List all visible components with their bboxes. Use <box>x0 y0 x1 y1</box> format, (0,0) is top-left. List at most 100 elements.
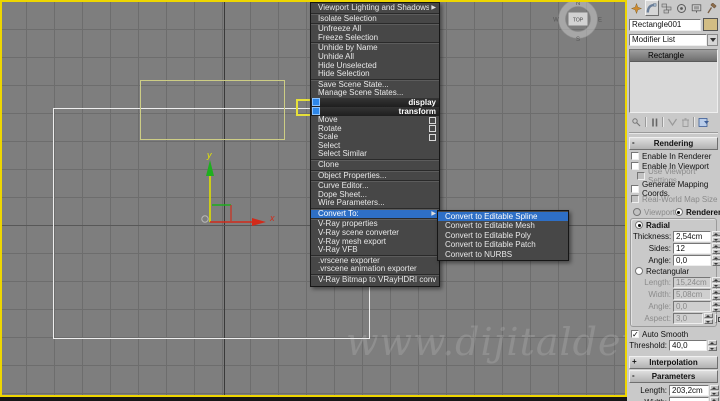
parameters-width-spinner[interactable] <box>710 397 719 401</box>
aspect-row: Aspect: 3,0 <box>633 312 716 324</box>
modifier-stack-toolbar <box>629 115 718 129</box>
menu-item-convert-to[interactable]: Convert To:▶ <box>311 210 439 219</box>
threshold-input[interactable]: 40,0 <box>669 340 707 351</box>
menu-item-viewport-lighting[interactable]: Viewport Lighting and Shadows▶ <box>311 4 439 13</box>
width-spinner <box>712 289 720 300</box>
menu-item-unhide-all[interactable]: Unhide All <box>311 53 439 62</box>
show-end-result-icon[interactable] <box>650 117 659 128</box>
menu-item-vray-bitmap-converter[interactable]: V-Ray Bitmap to VRayHDRI converter <box>311 276 439 285</box>
menu-item-vray-mesh-export[interactable]: V-Ray mesh export <box>311 238 439 247</box>
parameters-width-input[interactable] <box>669 397 709 401</box>
settings-box-icon[interactable] <box>429 117 436 124</box>
modifier-list-row: Modifier List <box>629 34 718 46</box>
menu-item-dope-sheet[interactable]: Dope Sheet... <box>311 191 439 200</box>
motion-icon <box>676 3 687 14</box>
thickness-spinner[interactable] <box>712 231 720 242</box>
rollout-header-rendering[interactable]: -Rendering <box>629 137 718 150</box>
quad-label-display[interactable]: display <box>311 98 439 107</box>
tab-display[interactable] <box>689 0 703 16</box>
menu-item-vray-scene-converter[interactable]: V-Ray scene converter <box>311 229 439 238</box>
sides-row: Sides: 12 <box>633 242 716 254</box>
quad-blue-square-icon <box>312 107 320 115</box>
stack-item-rectangle[interactable]: Rectangle <box>630 50 717 62</box>
object-name-input[interactable]: Rectangle001 <box>629 19 701 31</box>
thickness-input[interactable]: 2,54cm <box>673 231 711 242</box>
menu-item-object-properties[interactable]: Object Properties... <box>311 172 439 181</box>
pin-stack-icon[interactable] <box>631 117 642 128</box>
submenu-item-editable-poly[interactable]: Convert to Editable Poly <box>438 231 568 240</box>
menu-item-manage-scene-states[interactable]: Manage Scene States... <box>311 89 439 98</box>
menu-item-rotate[interactable]: Rotate <box>311 125 439 134</box>
menu-item-select[interactable]: Select <box>311 142 439 151</box>
viewport-renderer-radio-row: Viewport Renderer <box>629 207 718 217</box>
rollout-header-parameters[interactable]: -Parameters <box>629 370 718 383</box>
tab-hierarchy[interactable] <box>660 0 674 16</box>
display-icon <box>691 3 702 14</box>
menu-item-curve-editor[interactable]: Curve Editor... <box>311 182 439 191</box>
enable-in-viewport-checkbox[interactable] <box>631 162 639 170</box>
toolbar-separator <box>662 117 664 127</box>
viewport-radio <box>633 208 641 216</box>
expand-plus-icon: + <box>632 357 637 366</box>
menu-item-select-similar[interactable]: Select Similar <box>311 150 439 159</box>
menu-item-vrscene-exporter[interactable]: .vrscene exporter <box>311 257 439 266</box>
radial-radio[interactable] <box>635 221 643 229</box>
menu-item-move[interactable]: Move <box>311 116 439 125</box>
modifier-list-dropdown[interactable]: Modifier List <box>629 34 718 46</box>
menu-item-vrscene-animation-exporter[interactable]: .vrscene animation exporter <box>311 265 439 274</box>
auto-smooth-checkbox[interactable]: ✓ <box>631 330 639 338</box>
threshold-spinner[interactable] <box>708 340 717 351</box>
rectangular-radio[interactable] <box>635 267 643 275</box>
menu-item-clone[interactable]: Clone <box>311 161 439 170</box>
menu-item-wire-parameters[interactable]: Wire Parameters... <box>311 199 439 208</box>
configure-modifier-sets-icon[interactable] <box>698 117 710 128</box>
viewcube-south-label: S <box>576 37 580 43</box>
menu-item-unhide-by-name[interactable]: Unhide by Name <box>311 44 439 53</box>
make-unique-icon[interactable] <box>667 117 678 128</box>
angle-input[interactable]: 0,0 <box>673 255 711 266</box>
aspect-input: 3,0 <box>673 313 703 324</box>
viewcube-east-label: E <box>598 18 602 24</box>
tab-modify[interactable] <box>645 0 659 16</box>
menu-item-freeze-selection[interactable]: Freeze Selection <box>311 34 439 43</box>
menu-item-hide-selection[interactable]: Hide Selection <box>311 70 439 79</box>
submenu-item-editable-mesh[interactable]: Convert to Editable Mesh <box>438 221 568 230</box>
enable-in-renderer-checkbox[interactable] <box>631 152 639 160</box>
modifier-list-value: Modifier List <box>629 34 707 46</box>
settings-box-icon[interactable] <box>429 134 436 141</box>
remove-modifier-icon[interactable] <box>681 117 690 128</box>
menu-item-vray-vfb[interactable]: V-Ray VFB <box>311 246 439 255</box>
renderer-radio[interactable] <box>675 208 683 216</box>
menu-item-unfreeze-all[interactable]: Unfreeze All <box>311 25 439 34</box>
settings-box-icon[interactable] <box>429 125 436 132</box>
parameters-length-input[interactable]: 203,2cm <box>669 385 709 396</box>
sides-spinner[interactable] <box>712 243 720 254</box>
menu-item-save-scene-state[interactable]: Save Scene State... <box>311 81 439 90</box>
menu-item-scale[interactable]: Scale <box>311 133 439 142</box>
viewcube[interactable]: TOP N W E S <box>546 0 610 44</box>
quad-label-transform[interactable]: transform <box>311 107 439 116</box>
rectangle-spline[interactable] <box>140 80 285 140</box>
transform-gizmo[interactable]: y x <box>195 148 285 232</box>
use-viewport-settings-checkbox <box>637 172 645 180</box>
menu-item-hide-unselected[interactable]: Hide Unselected <box>311 62 439 71</box>
tab-motion[interactable] <box>674 0 688 16</box>
submenu-item-nurbs[interactable]: Convert to NURBS <box>438 250 568 259</box>
parameters-length-spinner[interactable] <box>710 385 719 396</box>
dropdown-button[interactable] <box>707 34 718 46</box>
tab-create[interactable] <box>630 0 644 16</box>
menu-item-vray-properties[interactable]: V-Ray properties <box>311 220 439 229</box>
modifier-stack[interactable]: Rectangle <box>629 49 718 113</box>
menu-item-isolate-selection[interactable]: Isolate Selection <box>311 15 439 24</box>
sides-input[interactable]: 12 <box>673 243 711 254</box>
rollout-header-interpolation[interactable]: +Interpolation <box>629 356 718 369</box>
aspect-lock-button[interactable] <box>715 314 717 323</box>
width-row: Width: 5,08cm <box>633 288 716 300</box>
submenu-item-editable-patch[interactable]: Convert to Editable Patch <box>438 240 568 249</box>
object-color-swatch[interactable] <box>703 18 718 31</box>
submenu-item-editable-spline[interactable]: Convert to Editable Spline <box>438 212 568 221</box>
angle-spinner[interactable] <box>712 255 720 266</box>
generate-mapping-checkbox[interactable] <box>631 185 639 193</box>
command-panel: Rectangle001 Modifier List Rectangle -Re… <box>627 0 720 401</box>
tab-utilities[interactable] <box>704 0 718 16</box>
